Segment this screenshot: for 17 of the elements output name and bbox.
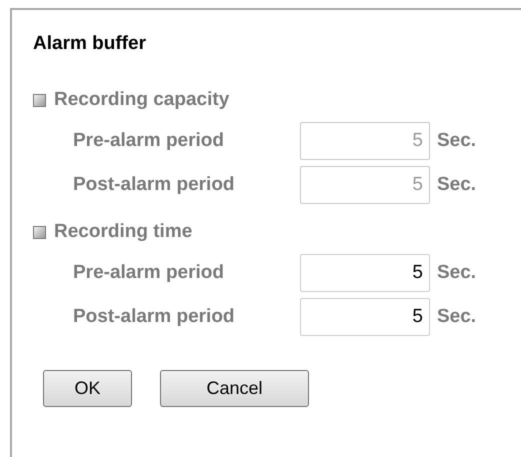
unit-label: Sec.: [437, 261, 476, 285]
unit-label: Sec.: [437, 305, 476, 329]
unit-label: Sec.: [437, 173, 476, 197]
period-input[interactable]: 5: [300, 298, 430, 336]
field-label: Post-alarm period: [73, 305, 236, 329]
option-label: Recording capacity: [54, 88, 230, 112]
option-label: Recording time: [54, 220, 192, 244]
ok-button[interactable]: OK: [43, 370, 132, 407]
cancel-button[interactable]: Cancel: [160, 370, 309, 407]
unit-label: Sec.: [437, 129, 476, 153]
field-label: Pre-alarm period: [73, 129, 225, 153]
dialog-title: Alarm buffer: [33, 32, 147, 56]
field-label: Pre-alarm period: [73, 261, 225, 285]
option-checkbox[interactable]: [33, 226, 46, 238]
field-label: Post-alarm period: [73, 173, 236, 197]
period-input[interactable]: 5: [300, 254, 430, 292]
option-checkbox[interactable]: [33, 94, 46, 106]
